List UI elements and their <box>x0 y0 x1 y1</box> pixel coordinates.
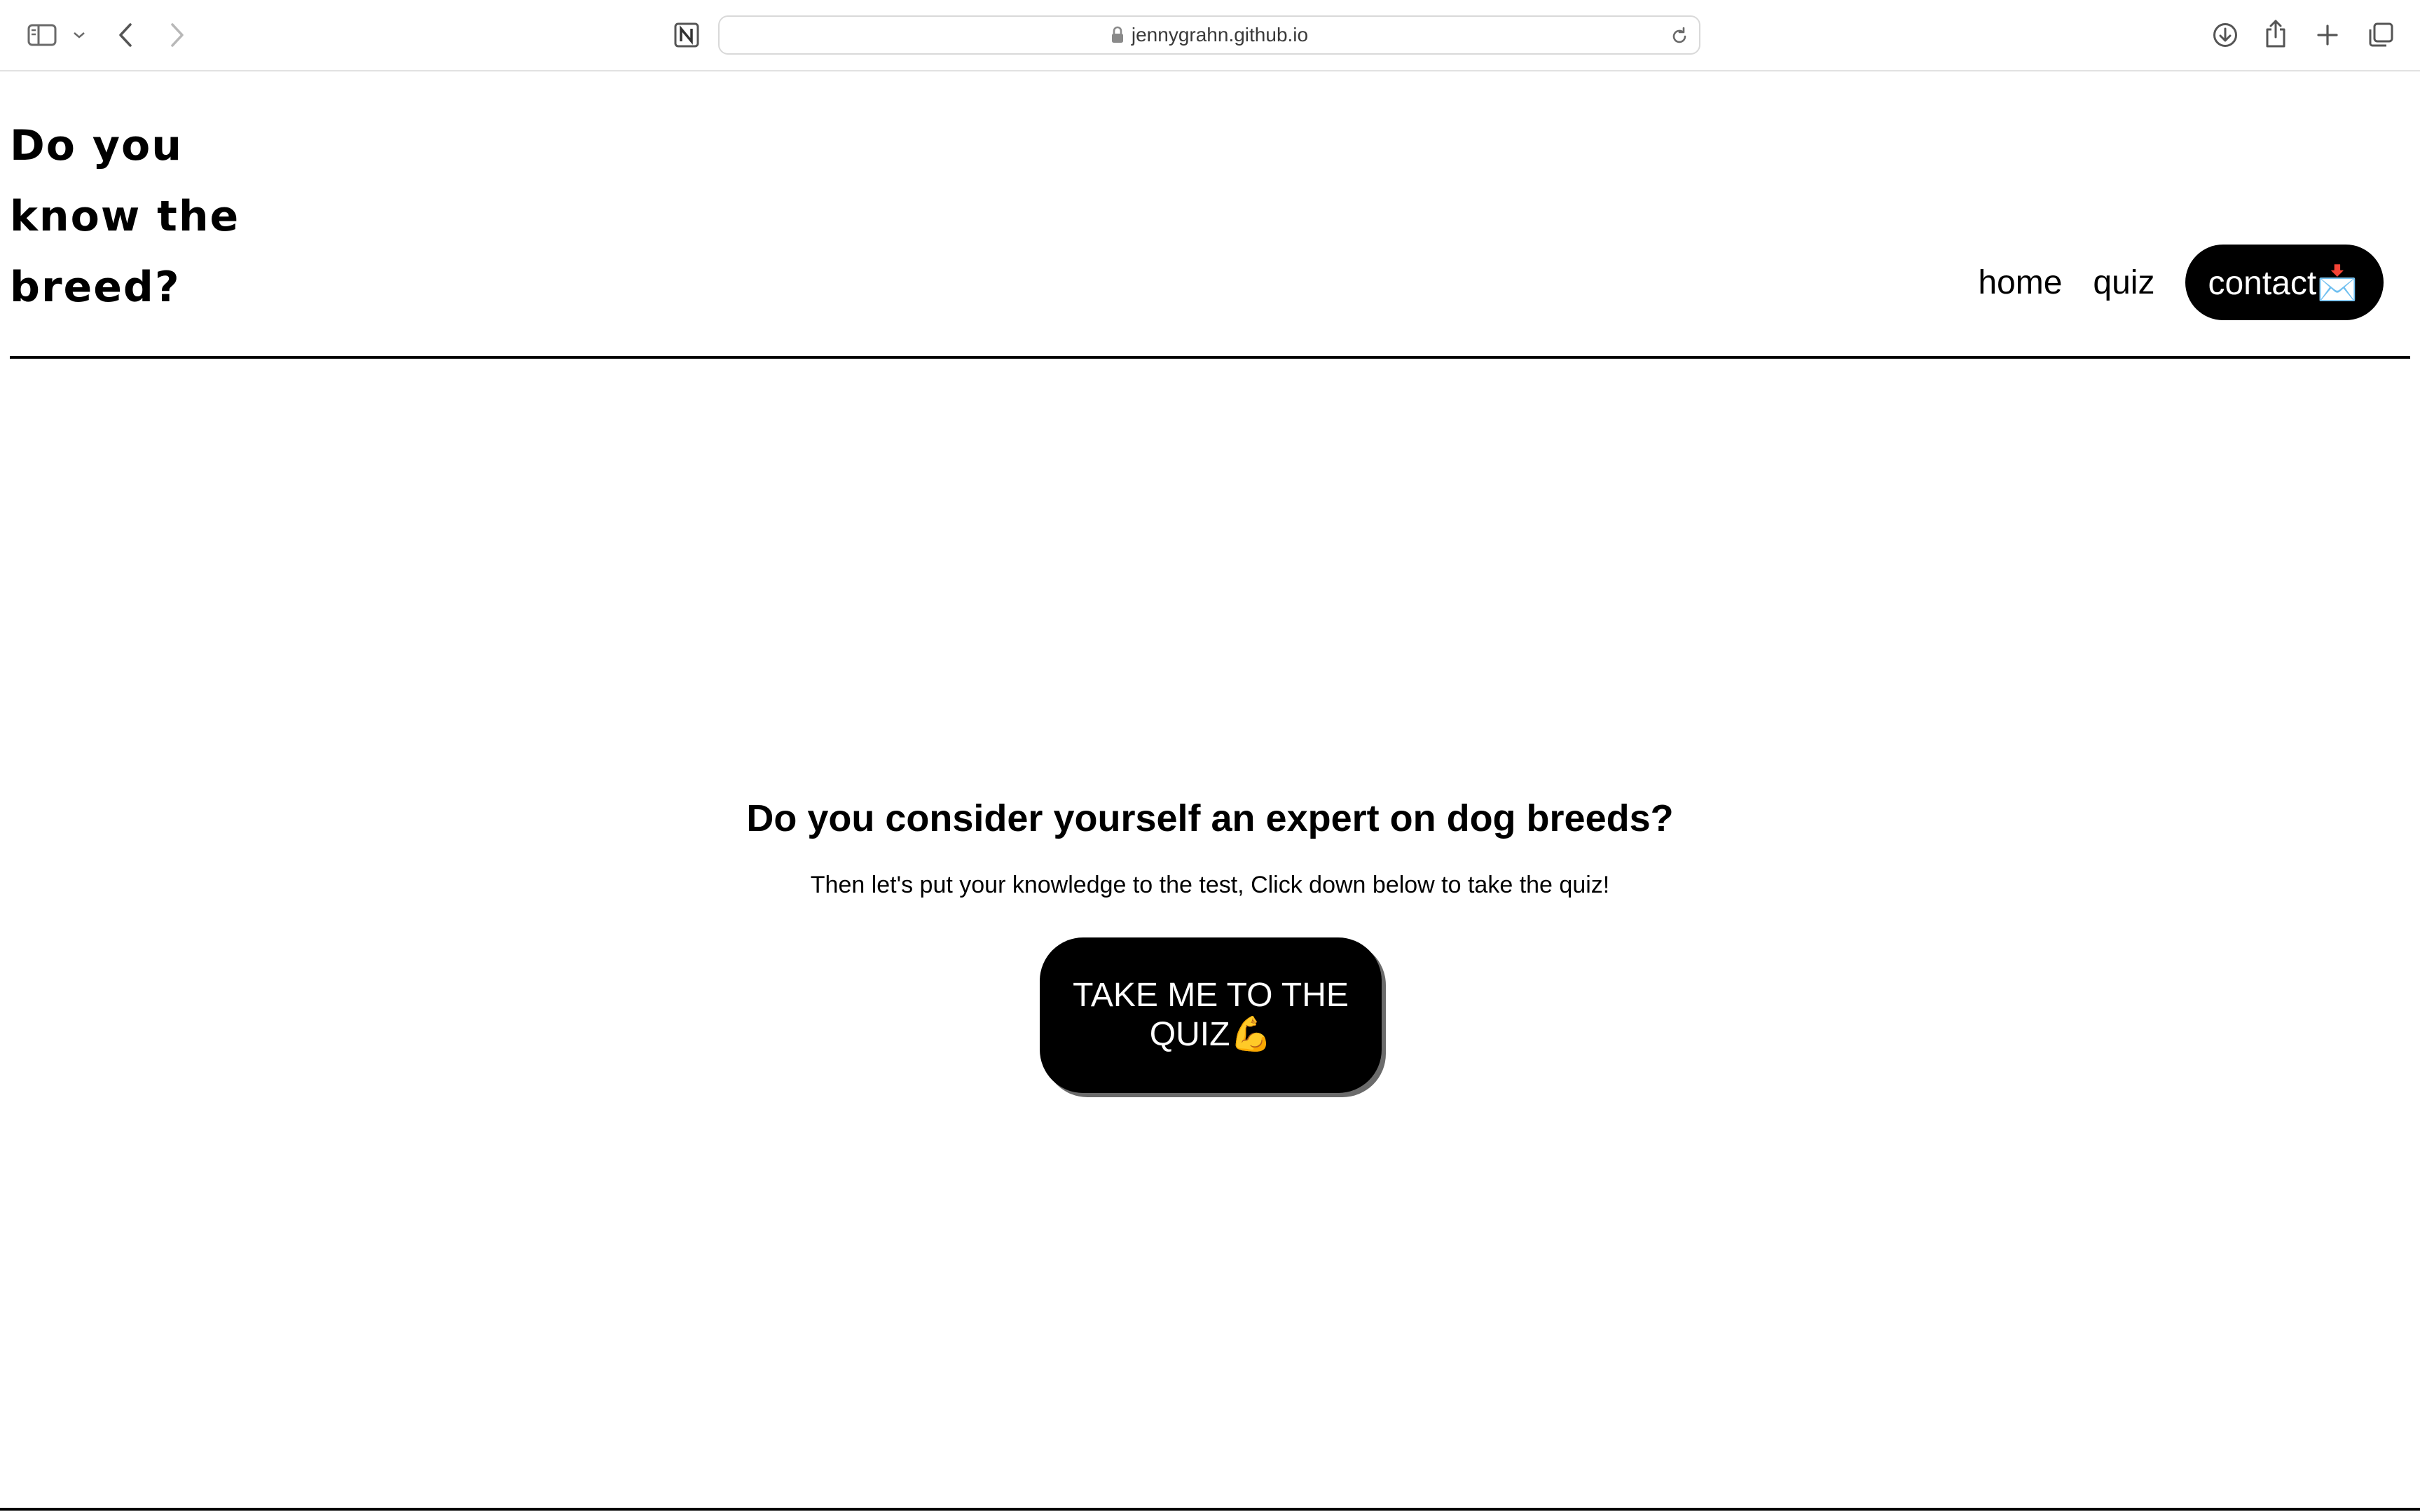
chevron-down-icon[interactable] <box>70 27 88 43</box>
site-header: Do you know the breed? home quiz contact… <box>0 71 2420 359</box>
forward-icon[interactable] <box>165 20 189 50</box>
download-icon[interactable] <box>2210 20 2241 50</box>
take-quiz-button[interactable]: TAKE ME TO THE QUIZ💪 <box>1040 937 1382 1093</box>
main-nav: home quiz contact📩 <box>1978 245 2384 320</box>
hero-section: Do you consider yourself an expert on do… <box>0 785 2420 902</box>
address-text: jennygrahn.github.io <box>1131 24 1309 46</box>
hero-title: Do you consider yourself an expert on do… <box>746 797 1674 839</box>
back-icon[interactable] <box>114 20 137 50</box>
site-logo[interactable]: Do you know the breed? <box>10 111 262 323</box>
share-icon[interactable] <box>2262 17 2290 50</box>
reload-icon[interactable] <box>1670 27 1689 46</box>
nav-quiz-link[interactable]: quiz <box>2093 263 2154 302</box>
nav-contact-button[interactable]: contact📩 <box>2185 245 2384 320</box>
notion-icon[interactable] <box>671 20 702 50</box>
plus-icon[interactable] <box>2314 21 2342 49</box>
lock-icon <box>1111 26 1125 44</box>
tab-overview-icon[interactable] <box>2365 20 2396 50</box>
header-divider <box>10 356 2410 359</box>
nav-home-link[interactable]: home <box>1978 263 2062 302</box>
sidebar-icon[interactable] <box>25 21 59 49</box>
hero-text: Then let's put your knowledge to the tes… <box>810 872 1610 898</box>
address-bar[interactable]: jennygrahn.github.io <box>718 15 1700 55</box>
browser-toolbar: jennygrahn.github.io <box>0 0 2420 71</box>
footer-divider <box>0 1508 2420 1511</box>
